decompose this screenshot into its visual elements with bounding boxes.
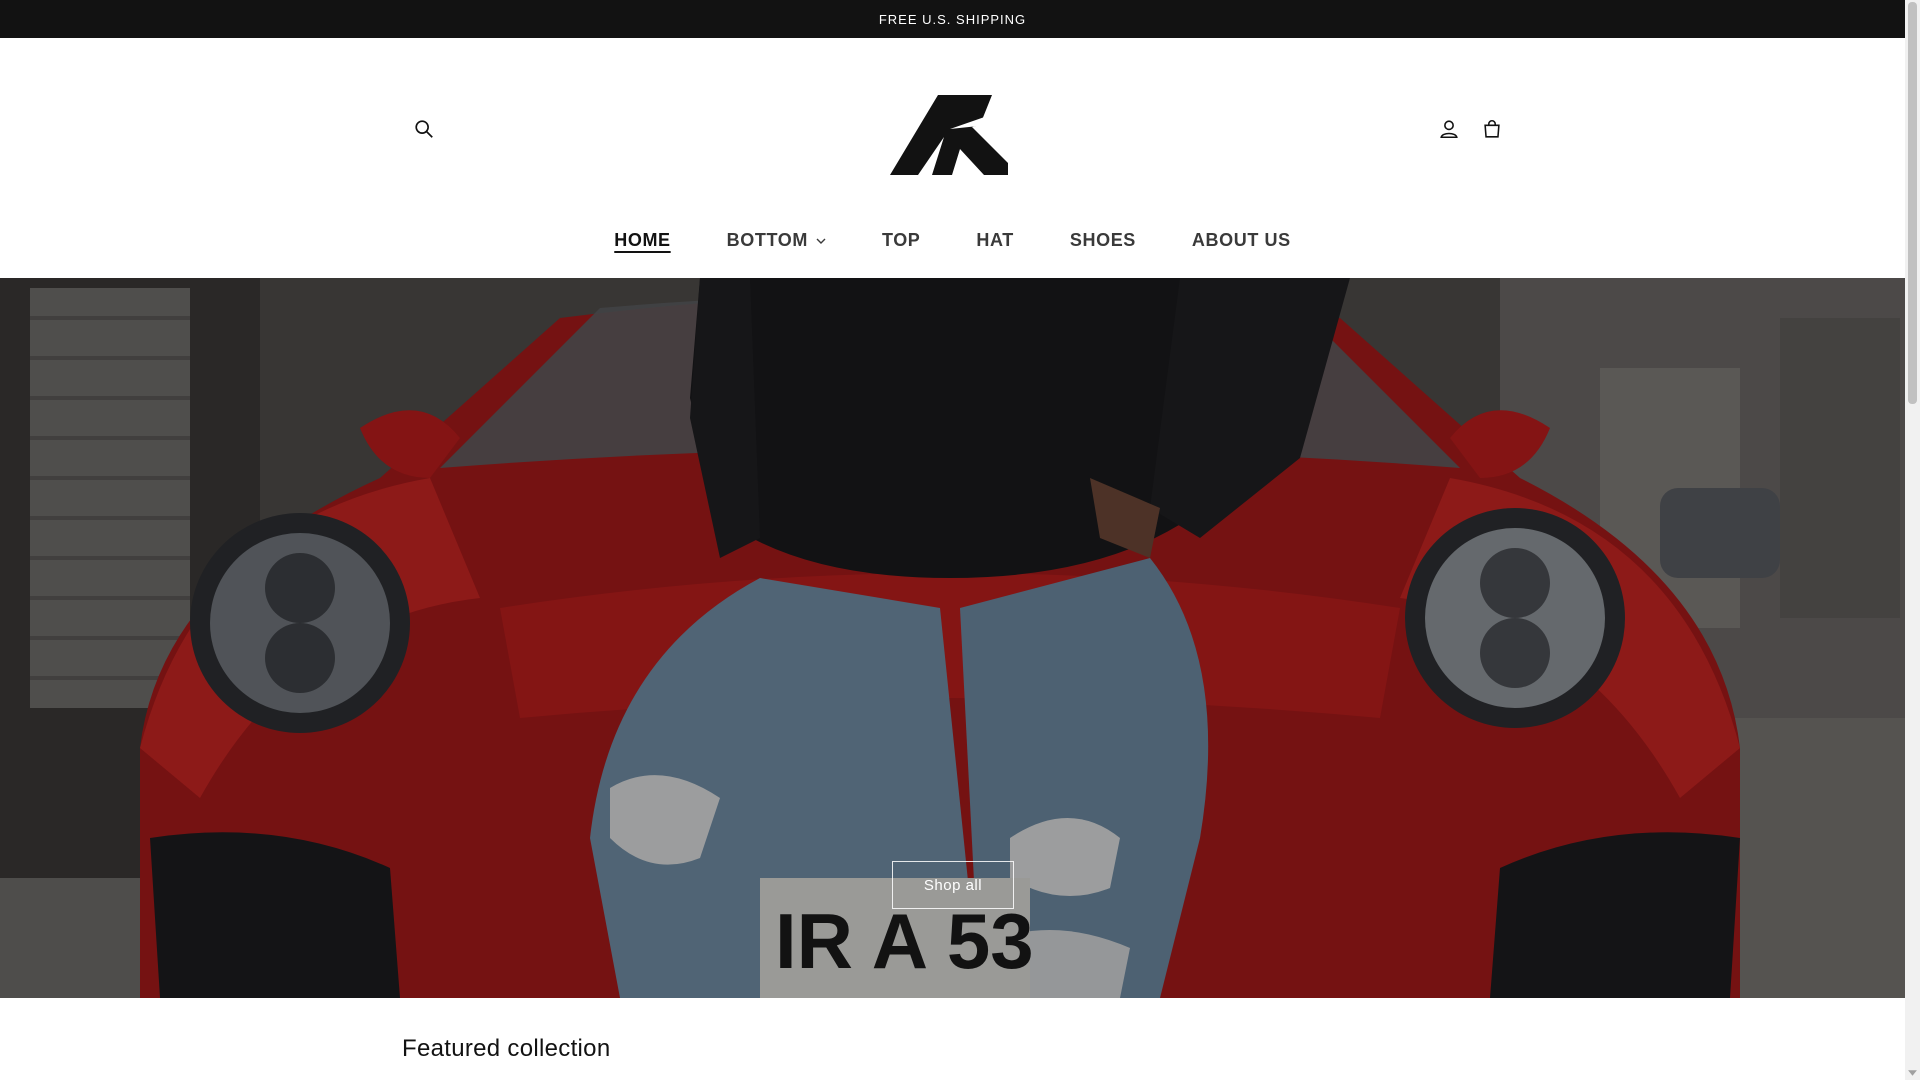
nav-item-bottom[interactable]: BOTTOM <box>699 224 854 257</box>
site-header: HOME BOTTOM TOP HAT SHOES ABOUT US <box>0 38 1905 278</box>
search-icon <box>415 120 433 138</box>
shop-all-label: Shop all <box>923 876 983 894</box>
account-button[interactable] <box>1429 109 1469 149</box>
announcement-bar: FREE U.S. SHIPPING <box>0 0 1905 38</box>
main-nav: HOME BOTTOM TOP HAT SHOES ABOUT US <box>0 224 1905 257</box>
shop-all-button[interactable]: Shop all <box>892 861 1014 909</box>
hero-banner: IR A 53 Shop all <box>0 278 1905 998</box>
account-icon <box>1440 120 1458 139</box>
featured-collection-title: Featured collection <box>402 1035 611 1062</box>
nav-item-home[interactable]: HOME <box>586 224 698 257</box>
nav-item-label: BOTTOM <box>726 230 808 250</box>
logo-mark <box>890 94 1008 175</box>
nav-item-label: ABOUT US <box>1191 230 1291 250</box>
scroll-thumb[interactable] <box>1908 2 1917 404</box>
nav-item-label: HOME <box>614 230 671 250</box>
nav-item-hat[interactable]: HAT <box>948 224 1041 257</box>
nav-item-label: HAT <box>976 230 1014 250</box>
nav-item-label: SHOES <box>1069 230 1136 250</box>
cart-button[interactable] <box>1472 109 1512 149</box>
scroll-down-arrow-icon[interactable] <box>1907 1067 1918 1078</box>
nav-item-label: TOP <box>881 230 921 250</box>
cart-icon <box>1484 120 1500 138</box>
nav-item-shoes[interactable]: SHOES <box>1042 224 1164 257</box>
brand-logo[interactable] <box>880 78 1020 193</box>
nav-item-top[interactable]: TOP <box>854 224 948 257</box>
announcement-text: FREE U.S. SHIPPING <box>878 11 1027 27</box>
nav-item-about-us[interactable]: ABOUT US <box>1164 224 1319 257</box>
page-scrollbar[interactable] <box>1905 0 1920 1080</box>
chevron-down-icon <box>816 230 826 251</box>
search-button[interactable] <box>404 109 444 149</box>
